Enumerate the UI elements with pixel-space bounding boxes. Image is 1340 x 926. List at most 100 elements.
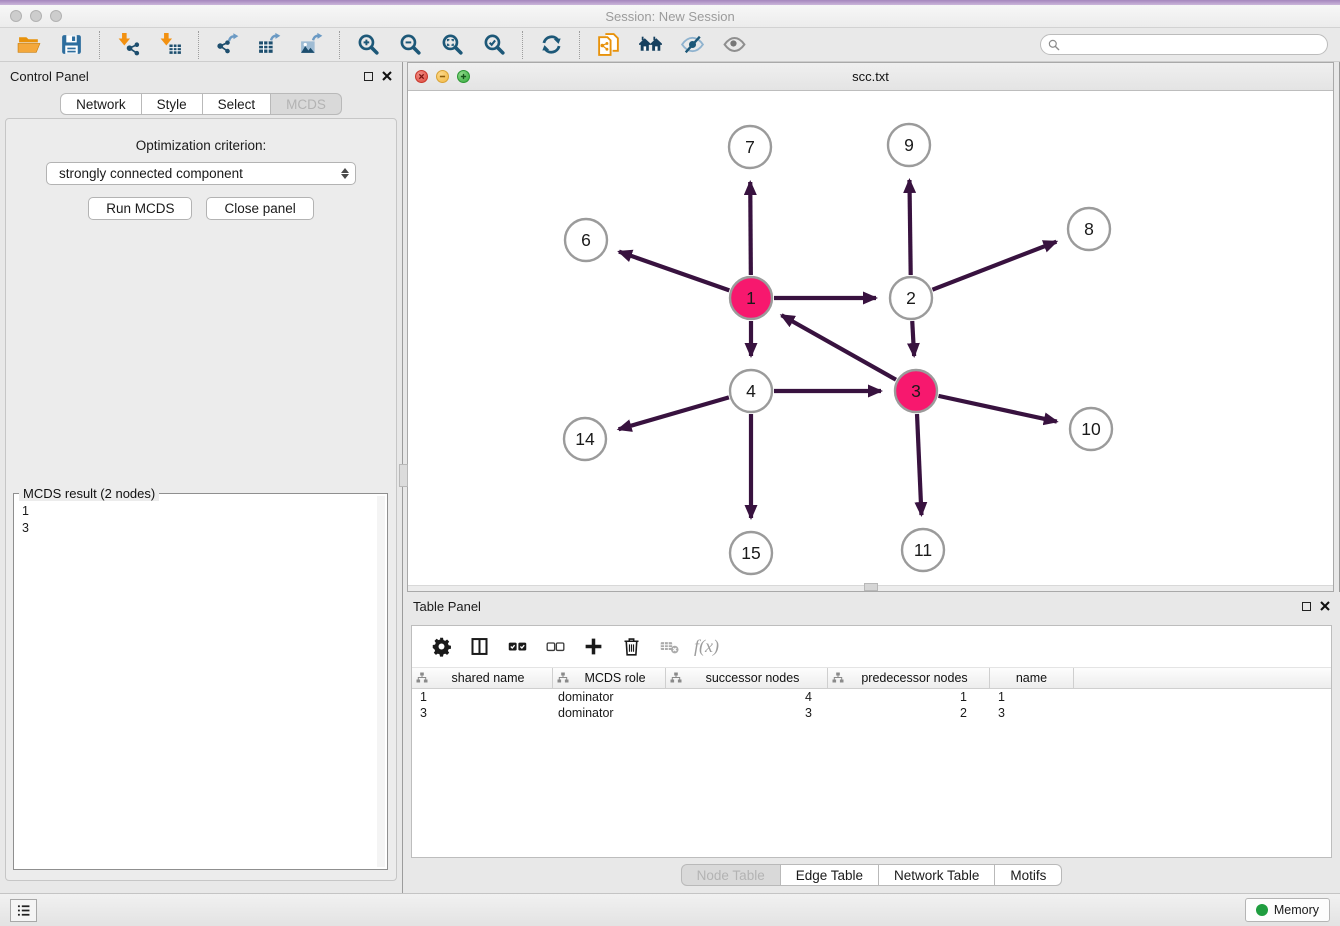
network-canvas[interactable]: 7968124314101511	[408, 91, 1333, 585]
delete-table-button[interactable]	[654, 632, 684, 662]
show-networks-home-button[interactable]	[635, 31, 665, 59]
export-image-icon	[299, 32, 324, 57]
column-header-shared-name[interactable]: shared name	[412, 668, 553, 688]
node-table[interactable]: shared nameMCDS rolesuccessor nodesprede…	[412, 668, 1331, 721]
table-cell[interactable]: 1	[828, 690, 990, 704]
export-image-button[interactable]	[296, 31, 326, 59]
export-table-button[interactable]	[254, 31, 284, 59]
workspace: Control Panel NetworkStyleSelectMCDS Opt…	[0, 62, 1340, 893]
table-cell[interactable]: 3	[412, 706, 553, 720]
zoom-selected-icon	[482, 32, 507, 57]
network-window: scc.txt 7968124314101511	[407, 62, 1334, 592]
graph-edge-1-7[interactable]	[750, 182, 751, 275]
table-settings-button[interactable]	[426, 632, 456, 662]
tab-node-table[interactable]: Node Table	[681, 864, 781, 886]
open-session-button[interactable]	[14, 31, 44, 59]
close-panel-button[interactable]: Close panel	[206, 197, 313, 220]
table-cell[interactable]: dominator	[553, 690, 666, 704]
graph-edge-1-6[interactable]	[619, 252, 729, 291]
graph-node-label-9: 9	[904, 135, 914, 155]
table-row[interactable]: 3dominator323	[412, 705, 1331, 721]
apply-layout-button[interactable]	[536, 31, 566, 59]
tab-motifs[interactable]: Motifs	[995, 864, 1062, 886]
result-scrollbar[interactable]	[377, 496, 385, 867]
zoom-in-button[interactable]	[353, 31, 383, 59]
table-cell[interactable]: 3	[990, 706, 1074, 720]
memory-button[interactable]: Memory	[1245, 898, 1330, 922]
column-header-MCDS-role[interactable]: MCDS role	[553, 668, 666, 688]
run-mcds-button[interactable]: Run MCDS	[88, 197, 192, 220]
memory-label: Memory	[1274, 903, 1319, 917]
tab-edge-table[interactable]: Edge Table	[781, 864, 879, 886]
add-row-button[interactable]	[578, 632, 608, 662]
delete-table-icon	[659, 636, 680, 657]
function-builder-button[interactable]: f(x)	[694, 636, 719, 657]
optimization-value: strongly connected component	[59, 166, 243, 181]
titlebar: Session: New Session	[0, 5, 1340, 28]
float-panel-icon[interactable]	[364, 72, 373, 81]
export-network-button[interactable]	[212, 31, 242, 59]
graph-edge-3-11[interactable]	[917, 414, 921, 515]
column-header-name[interactable]: name	[990, 668, 1074, 688]
toolbar-divider	[198, 31, 199, 59]
graph-node-label-3: 3	[911, 381, 921, 401]
table-cell[interactable]: dominator	[553, 706, 666, 720]
table-row[interactable]: 1dominator411	[412, 689, 1331, 705]
zoom-out-icon	[398, 32, 423, 57]
graph-node-label-10: 10	[1081, 419, 1101, 439]
graph-edge-3-10[interactable]	[938, 396, 1056, 422]
graph-edge-2-8[interactable]	[932, 242, 1056, 290]
zoom-out-button[interactable]	[395, 31, 425, 59]
control-panel-header: Control Panel	[0, 62, 402, 90]
toolbar-divider	[579, 31, 580, 59]
search-field[interactable]	[1040, 34, 1328, 55]
network-window-titlebar[interactable]: scc.txt	[408, 63, 1333, 91]
table-cell[interactable]: 2	[828, 706, 990, 720]
split-divider-grip[interactable]	[399, 464, 408, 487]
tab-mcds[interactable]: MCDS	[271, 93, 342, 115]
hide-panels-button[interactable]	[677, 31, 707, 59]
table-panel: Table Panel f(x) shared nameMCDS	[403, 592, 1340, 893]
table-toolbar: f(x)	[412, 626, 1331, 668]
zoom-fit-button[interactable]	[437, 31, 467, 59]
graph-edge-3-1[interactable]	[781, 315, 895, 380]
mcds-result-title: MCDS result (2 nodes)	[19, 486, 159, 501]
show-column-panel-button[interactable]	[464, 632, 494, 662]
delete-row-button[interactable]	[616, 632, 646, 662]
network-graph[interactable]: 7968124314101511	[408, 91, 1329, 585]
tab-network[interactable]: Network	[60, 93, 142, 115]
float-panel-icon[interactable]	[1302, 602, 1311, 611]
close-panel-icon[interactable]	[1320, 601, 1330, 611]
duplicate-network-button[interactable]	[593, 31, 623, 59]
import-network-button[interactable]	[113, 31, 143, 59]
refresh-icon	[539, 32, 564, 57]
show-panels-button[interactable]	[719, 31, 749, 59]
table-panel-tabs: Node TableEdge TableNetwork TableMotifs	[403, 864, 1340, 886]
horizontal-divider-grip[interactable]	[864, 583, 878, 591]
table-cell[interactable]: 4	[666, 690, 828, 704]
tab-style[interactable]: Style	[142, 93, 203, 115]
tab-select[interactable]: Select	[203, 93, 272, 115]
table-cell[interactable]: 1	[412, 690, 553, 704]
zoom-selected-button[interactable]	[479, 31, 509, 59]
save-session-button[interactable]	[56, 31, 86, 59]
deselect-all-button[interactable]	[540, 632, 570, 662]
optimization-dropdown[interactable]: strongly connected component	[46, 162, 356, 185]
table-cell[interactable]: 3	[666, 706, 828, 720]
tab-network-table[interactable]: Network Table	[879, 864, 995, 886]
table-cell[interactable]: 1	[990, 690, 1074, 704]
column-header-predecessor-nodes[interactable]: predecessor nodes	[828, 668, 990, 688]
close-panel-icon[interactable]	[382, 71, 392, 81]
search-input[interactable]	[1065, 38, 1320, 52]
duplicate-network-icon	[596, 32, 621, 57]
graph-edge-2-9[interactable]	[909, 180, 910, 275]
graph-node-label-11: 11	[914, 540, 932, 560]
cytoscape-window: { "window": { "title": "Session: New Ses…	[0, 0, 1340, 926]
select-all-button[interactable]	[502, 632, 532, 662]
task-history-button[interactable]	[10, 899, 37, 922]
import-table-icon	[158, 32, 183, 57]
column-header-successor-nodes[interactable]: successor nodes	[666, 668, 828, 688]
import-table-button[interactable]	[155, 31, 185, 59]
graph-edge-4-14[interactable]	[619, 397, 729, 429]
graph-edge-2-3[interactable]	[912, 321, 914, 356]
